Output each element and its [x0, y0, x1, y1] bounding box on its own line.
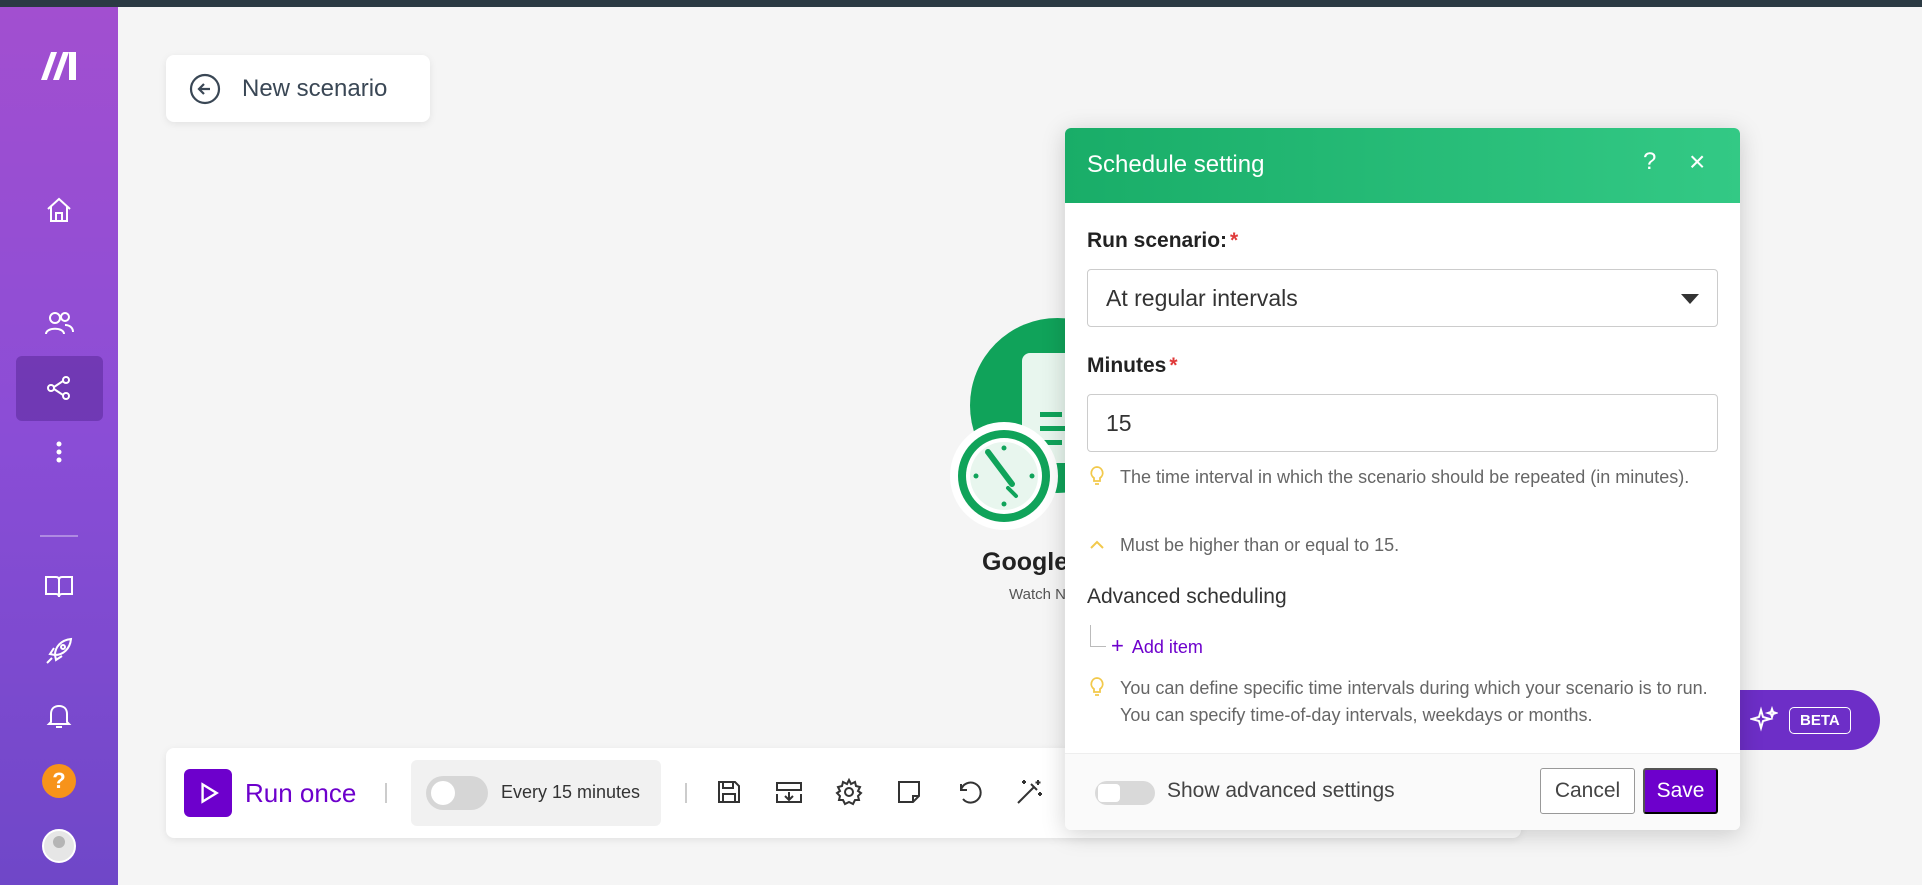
schedule-toggle-box[interactable]: Every 15 minutes: [411, 760, 661, 826]
minutes-field-label: Minutes *: [1087, 354, 1178, 378]
module-name: Google: [982, 548, 1069, 576]
top-border: [0, 0, 1922, 7]
advanced-hint: You can define specific time intervals d…: [1120, 678, 1708, 725]
lightbulb-icon: [1090, 466, 1104, 485]
help-icon-label: ?: [42, 764, 76, 798]
play-icon: [201, 782, 219, 804]
required-mark: *: [1169, 354, 1178, 377]
run-scenario-value: At regular intervals: [1106, 285, 1298, 311]
run-scenario-field-label: Run scenario: *: [1087, 229, 1238, 253]
run-scenario-label: Run scenario:: [1087, 229, 1228, 252]
scenario-title: New scenario: [242, 74, 388, 102]
plus-icon: +: [1111, 633, 1124, 658]
module-subtitle: Watch N: [1009, 586, 1066, 603]
minutes-hint: The time interval in which the scenario …: [1120, 467, 1690, 487]
save-button[interactable]: Save: [1643, 768, 1718, 814]
scenarios-share-icon[interactable]: [0, 363, 118, 413]
add-item-button[interactable]: + Add item: [1111, 633, 1203, 659]
required-mark: *: [1230, 229, 1239, 252]
help-icon[interactable]: ?: [0, 756, 118, 806]
schedule-label[interactable]: Every 15 minutes: [501, 782, 640, 803]
schedule-clock-icon[interactable]: [950, 422, 1058, 530]
doc-line: [1040, 412, 1062, 417]
save-disk-icon[interactable]: [712, 775, 746, 809]
dialog-title: Schedule setting: [1087, 151, 1265, 178]
beta-badge: BETA: [1789, 707, 1851, 734]
dialog-footer: Show advanced settings Cancel Save: [1065, 753, 1740, 830]
toolbar-separator: [385, 783, 387, 803]
more-vertical-icon[interactable]: [0, 427, 118, 477]
tree-connector: [1090, 625, 1106, 647]
team-icon[interactable]: [0, 298, 118, 348]
undo-icon[interactable]: [952, 775, 986, 809]
home-icon[interactable]: [0, 185, 118, 235]
run-once-button[interactable]: [184, 769, 232, 817]
import-blueprint-icon[interactable]: [772, 775, 806, 809]
docs-book-icon[interactable]: [0, 561, 118, 611]
rocket-icon[interactable]: [0, 626, 118, 676]
minutes-label: Minutes: [1087, 354, 1167, 377]
cancel-button[interactable]: Cancel: [1540, 768, 1635, 814]
lightbulb-icon: [1090, 677, 1104, 696]
dialog-close-icon[interactable]: ×: [1689, 146, 1705, 178]
magic-wand-icon[interactable]: [1012, 775, 1046, 809]
add-item-label: Add item: [1131, 637, 1203, 657]
ai-assistant-beta-button[interactable]: BETA: [1736, 690, 1880, 750]
schedule-setting-dialog: Schedule setting ? × Run scenario: * At r…: [1065, 128, 1740, 830]
run-scenario-select[interactable]: At regular intervals: [1087, 269, 1718, 327]
sparkle-icon: [1750, 706, 1778, 732]
sidebar: ?: [0, 7, 118, 885]
avatar-image: [42, 829, 76, 863]
dialog-help-icon[interactable]: ?: [1643, 148, 1656, 176]
sidebar-divider: [40, 535, 78, 537]
minutes-value: 15: [1106, 410, 1132, 436]
chevron-up-icon: [1090, 540, 1104, 549]
toolbar-separator: [685, 783, 687, 803]
make-logo-icon[interactable]: [0, 39, 118, 89]
scenario-title-chip[interactable]: New scenario: [166, 55, 430, 122]
show-advanced-label[interactable]: Show advanced settings: [1167, 779, 1395, 803]
chevron-down-icon: [1681, 294, 1699, 304]
advanced-scheduling-label: Advanced scheduling: [1087, 585, 1287, 608]
dialog-header: Schedule setting ? ×: [1065, 128, 1740, 203]
avatar[interactable]: [0, 821, 118, 871]
minutes-validation: Must be higher than or equal to 15.: [1120, 535, 1400, 555]
run-once-label[interactable]: Run once: [245, 778, 356, 809]
minutes-input[interactable]: 15: [1087, 394, 1718, 452]
notes-icon[interactable]: [892, 775, 926, 809]
scheduling-toggle[interactable]: [426, 776, 488, 810]
show-advanced-toggle[interactable]: [1095, 781, 1155, 805]
back-arrow-icon[interactable]: [188, 72, 222, 106]
notifications-bell-icon[interactable]: [0, 691, 118, 741]
settings-gear-icon[interactable]: [832, 775, 866, 809]
